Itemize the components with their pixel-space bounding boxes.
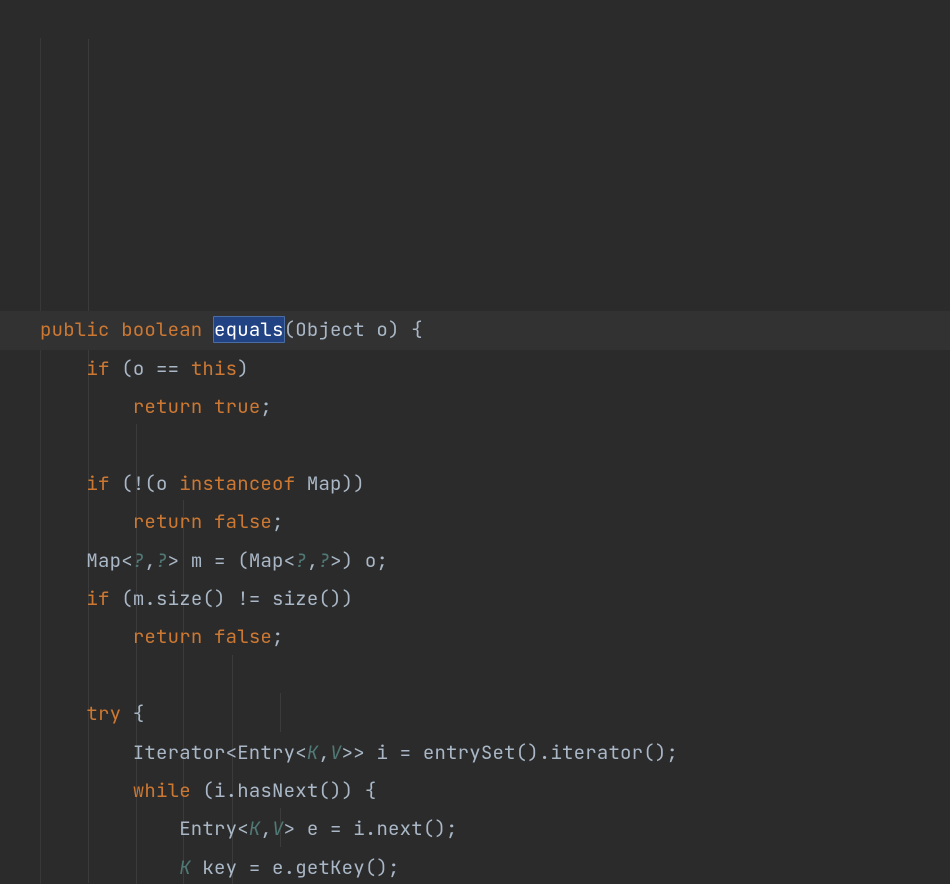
code-text: (i.hasNext()) { (202, 778, 376, 803)
keyword: while (133, 778, 203, 803)
code-text: { (133, 701, 145, 726)
keyword: return false (133, 509, 272, 534)
code-text: (o == (121, 356, 191, 381)
code-text: > e = i.next(); (284, 816, 458, 841)
code-text (40, 356, 86, 381)
code-text (40, 394, 133, 419)
keyword: return true (133, 394, 261, 419)
code-line[interactable]: try { (40, 695, 950, 733)
code-text: , (260, 816, 272, 841)
type-parameter: K (307, 740, 319, 765)
code-line[interactable]: Iterator<Entry<K,V>> i = entrySet().iter… (40, 734, 950, 772)
code-text (40, 509, 133, 534)
code-text (40, 855, 179, 880)
code-line[interactable]: Entry<K,V> e = i.next(); (40, 810, 950, 848)
type-parameter: V (330, 740, 342, 765)
code-line[interactable]: if (!(o instanceof Map)) (40, 465, 950, 503)
code-line[interactable]: Map<?,?> m = (Map<?,?>) o; (40, 542, 950, 580)
code-text: key = e.getKey(); (191, 855, 400, 880)
type-parameter: K (179, 855, 191, 880)
keyword: try (86, 701, 132, 726)
code-text: ) (237, 356, 249, 381)
code-line[interactable] (40, 426, 950, 464)
code-line[interactable]: K key = e.getKey(); (40, 849, 950, 884)
code-text (40, 701, 86, 726)
code-text (40, 778, 133, 803)
code-text: (Object o) { (284, 317, 423, 342)
type-parameter: ? (133, 548, 145, 573)
code-line[interactable]: return false; (40, 618, 950, 656)
type-parameter: ? (156, 548, 168, 573)
code-text: >) o; (330, 548, 388, 573)
code-text: , (307, 548, 319, 573)
code-text: > m = (Map< (168, 548, 296, 573)
type-parameter: ? (295, 548, 307, 573)
code-text: >> i = entrySet().iterator(); (342, 740, 678, 765)
code-text: Map< (40, 548, 133, 573)
code-line[interactable]: if (m.size() != size()) (40, 580, 950, 618)
code-text: , (318, 740, 330, 765)
keyword: return false (133, 624, 272, 649)
code-text: ; (260, 394, 272, 419)
code-text: Map)) (307, 471, 365, 496)
code-text: (!(o (121, 471, 179, 496)
code-editor[interactable]: public boolean equals(Object o) { if (o … (40, 311, 950, 884)
code-line[interactable]: return true; (40, 388, 950, 426)
keyword: if (86, 356, 121, 381)
code-text: Entry< (40, 816, 249, 841)
keyword: if (86, 586, 121, 611)
code-line[interactable]: public boolean equals(Object o) { (0, 311, 950, 349)
type-parameter: K (249, 816, 261, 841)
code-text (40, 471, 86, 496)
keyword: public boolean (40, 317, 214, 342)
selected-identifier: equals (213, 316, 285, 343)
code-text: ; (272, 624, 284, 649)
code-text: , (144, 548, 156, 573)
keyword: instanceof (179, 471, 307, 496)
code-line[interactable]: if (o == this) (40, 350, 950, 388)
keyword: this (191, 356, 237, 381)
type-parameter: V (272, 816, 284, 841)
code-line[interactable]: while (i.hasNext()) { (40, 772, 950, 810)
code-text: Iterator<Entry< (40, 740, 307, 765)
code-text (40, 586, 86, 611)
keyword: if (86, 471, 121, 496)
code-text: (m.size() != size()) (121, 586, 353, 611)
code-text: ; (272, 509, 284, 534)
type-parameter: ? (318, 548, 330, 573)
code-line[interactable] (40, 657, 950, 695)
code-text (40, 624, 133, 649)
code-line[interactable]: return false; (40, 503, 950, 541)
